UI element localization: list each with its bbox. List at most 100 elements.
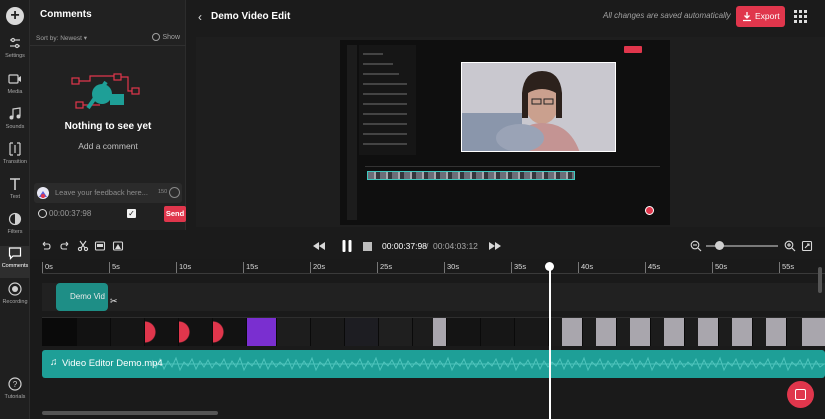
video-frame-thumb (480, 318, 514, 346)
rail-item-tutorials[interactable]: ? Tutorials (0, 377, 30, 409)
fast-forward-icon[interactable] (488, 240, 502, 252)
rail-item-media[interactable]: Media (0, 72, 30, 104)
preview-settings-panel (359, 45, 416, 155)
clip-left-icon[interactable] (94, 240, 106, 252)
stop-icon[interactable] (363, 242, 372, 251)
timeline[interactable]: 0s 5s 10s 15s 20s 25s 30s 35s 40s 45s 50… (30, 259, 825, 419)
ruler-tick: 5s (109, 262, 120, 273)
video-frame-thumb (76, 318, 110, 346)
progress-ring-icon (169, 187, 180, 198)
recording-icon (8, 282, 22, 296)
rail-item-text[interactable]: Text (0, 177, 30, 209)
video-frame[interactable] (461, 62, 616, 152)
rail-item-recording[interactable]: Recording (0, 282, 30, 314)
download-icon (743, 12, 751, 22)
preview-controls (365, 152, 660, 160)
save-status: All changes are saved automatically (603, 11, 731, 20)
rail-item-label: Text (9, 194, 21, 200)
video-frame-thumb (246, 318, 276, 346)
transition-icon (9, 142, 21, 156)
sounds-icon (9, 107, 21, 120)
video-preview[interactable] (340, 40, 670, 225)
send-button[interactable]: Send (164, 206, 186, 222)
rail-item-settings[interactable]: Settings (0, 36, 30, 68)
rail-item-comments[interactable]: Comments (0, 246, 30, 278)
filters-icon (8, 212, 22, 226)
ruler-tick: 30s (444, 262, 459, 273)
preview-tool-rail (347, 45, 357, 220)
media-icon (8, 74, 21, 84)
split-scissors-icon[interactable] (77, 240, 89, 252)
add-icon[interactable]: + (6, 7, 24, 25)
video-frame-thumb (310, 318, 344, 346)
rail-item-label: Media (7, 89, 23, 95)
vertical-scrollbar[interactable] (818, 267, 822, 293)
clip-right-icon[interactable] (112, 240, 124, 252)
rewind-icon[interactable] (312, 240, 326, 252)
preview-top-bar (420, 45, 660, 55)
timeline-ruler[interactable]: 0s 5s 10s 15s 20s 25s 30s 35s 40s 45s 50… (42, 259, 825, 274)
support-chat-button[interactable] (787, 381, 814, 408)
ruler-tick: 15s (243, 262, 258, 273)
record-badge-icon (645, 206, 654, 215)
comments-icon (8, 247, 22, 260)
waveform (152, 356, 825, 372)
empty-state-title: Nothing to see yet (64, 121, 152, 132)
video-frame-thumb (178, 318, 212, 346)
time-separator: / (426, 241, 429, 251)
audio-clip-label: Video Editor Demo.mp4 (62, 358, 163, 369)
rail-item-transition[interactable]: Transition (0, 142, 30, 174)
rail-item-label: Transition (3, 159, 27, 165)
comment-input-box[interactable]: Leave your feedback here... 150 (34, 183, 182, 203)
horizontal-scrollbar[interactable] (42, 411, 218, 415)
sort-label: Sort by: Newest (36, 35, 82, 42)
ruler-tick: 45s (645, 262, 660, 273)
rail-item-label: Settings (5, 53, 25, 59)
video-frame-thumb (514, 318, 548, 346)
settings-icon (10, 37, 20, 49)
timestamp-checkbox[interactable]: ✓ (127, 209, 136, 218)
video-frame-thumb (684, 318, 718, 346)
project-title[interactable]: Demo Video Edit (211, 11, 290, 22)
svg-text:?: ? (13, 380, 18, 389)
cut-marker-icon[interactable]: ✂ (110, 296, 118, 307)
video-frame-thumb (650, 318, 684, 346)
ruler-tick: 50s (712, 262, 727, 273)
empty-state-illustration (71, 73, 140, 110)
video-frame-thumb (212, 318, 246, 346)
show-toggle[interactable]: Show (152, 33, 180, 41)
audio-track-clip[interactable]: ♫ Video Editor Demo.mp4 (42, 350, 825, 378)
rail-item-label: Filters (7, 229, 23, 235)
undo-icon[interactable] (40, 240, 52, 252)
back-chevron-icon[interactable]: ‹ (198, 10, 202, 24)
fit-timeline-icon[interactable] (801, 240, 813, 252)
playhead[interactable] (549, 265, 551, 419)
sort-dropdown[interactable]: Sort by: Newest ▾ (36, 34, 87, 42)
video-frame-thumb (110, 318, 144, 346)
chat-icon (795, 389, 806, 400)
video-frame-thumb (144, 318, 178, 346)
preview-ruler (365, 162, 660, 167)
comment-clip[interactable]: Demo Vid (56, 283, 108, 311)
zoom-slider-handle[interactable] (715, 241, 724, 250)
comment-input-placeholder[interactable]: Leave your feedback here... (55, 188, 148, 197)
apps-grid-icon[interactable] (794, 10, 807, 23)
comment-timestamp[interactable]: 00:00:37:98 (49, 209, 91, 218)
redo-icon[interactable] (59, 240, 71, 252)
ruler-tick: 25s (377, 262, 392, 273)
pause-icon[interactable] (341, 239, 353, 253)
video-frame-thumb (276, 318, 310, 346)
clock-icon (38, 209, 47, 218)
comment-track (42, 283, 825, 311)
rail-item-sounds[interactable]: Sounds (0, 107, 30, 139)
video-frame-thumb (786, 318, 825, 346)
avatar (37, 187, 49, 199)
ruler-tick: 0s (42, 262, 53, 273)
zoom-in-icon[interactable] (784, 240, 796, 252)
ruler-tick: 20s (310, 262, 325, 273)
video-track[interactable] (42, 317, 825, 346)
export-button[interactable]: Export (736, 6, 785, 27)
rail-item-filters[interactable]: Filters (0, 212, 30, 244)
zoom-out-icon[interactable] (690, 240, 702, 252)
video-frame-thumb (616, 318, 650, 346)
